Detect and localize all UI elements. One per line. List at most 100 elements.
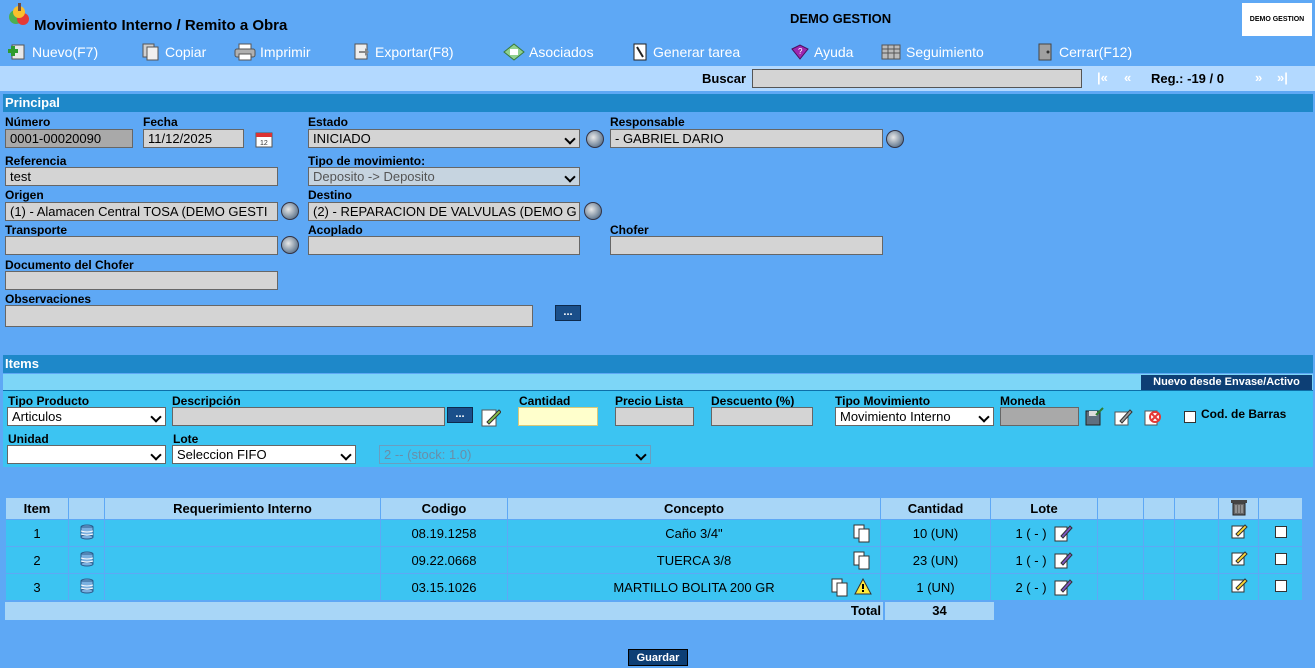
col-cantidad: Cantidad — [881, 498, 990, 519]
lote-select[interactable]: Seleccion FIFO — [172, 445, 356, 464]
ayuda-button[interactable]: ? Ayuda — [790, 42, 853, 62]
edit-lote-icon[interactable] — [1053, 550, 1073, 570]
row-check-cell — [1259, 574, 1302, 600]
descripcion-more-button[interactable]: ... — [447, 407, 473, 423]
row-empty-1 — [1098, 547, 1143, 573]
origen-field[interactable]: (1) - Alamacen Central TOSA (DEMO GESTI — [5, 202, 278, 221]
row-lote: 2 ( - ) — [1015, 579, 1047, 595]
stock-select[interactable]: 2 -- (stock: 1.0) — [379, 445, 651, 464]
edit-lote-icon[interactable] — [1053, 577, 1073, 597]
row-empty-2 — [1144, 520, 1174, 546]
copy-doc-icon[interactable] — [830, 577, 850, 597]
precio-lista-field[interactable] — [615, 407, 694, 426]
cod-barras-checkbox[interactable] — [1184, 411, 1196, 423]
acoplado-field[interactable] — [308, 236, 580, 255]
nuevo-button[interactable]: Nuevo(F7) — [8, 42, 98, 62]
row-empty-3 — [1175, 520, 1218, 546]
col-empty-1 — [1098, 498, 1143, 519]
asociados-button[interactable]: Asociados — [503, 42, 594, 62]
unidad-select[interactable] — [7, 445, 166, 464]
imprimir-button[interactable]: Imprimir — [234, 42, 311, 62]
save-item-icon[interactable] — [1084, 407, 1104, 427]
transporte-field[interactable] — [5, 236, 278, 255]
edit-row-icon[interactable] — [1230, 577, 1248, 595]
col-trash — [1219, 498, 1258, 519]
edit-row-icon[interactable] — [1230, 523, 1248, 541]
destino-globe-icon[interactable] — [584, 202, 602, 220]
tipo-movimiento-select[interactable]: Deposito -> Deposito — [308, 167, 580, 186]
fecha-label: Fecha — [143, 115, 178, 129]
generar-tarea-button[interactable]: Generar tarea — [631, 42, 740, 62]
documento-chofer-field[interactable] — [5, 271, 278, 290]
origen-globe-icon[interactable] — [281, 202, 299, 220]
window-title: Movimiento Interno / Remito a Obra — [34, 17, 288, 34]
observaciones-more-button[interactable]: ... — [555, 305, 581, 321]
edit-row-icon[interactable] — [1230, 550, 1248, 568]
nuevo-envase-button[interactable]: Nuevo desde Envase/Activo — [1141, 375, 1312, 391]
observaciones-field[interactable] — [5, 305, 533, 327]
col-empty-2 — [1144, 498, 1174, 519]
transporte-globe-icon[interactable] — [281, 236, 299, 254]
table-header-row: Item Requerimiento Interno Codigo Concep… — [6, 498, 1302, 519]
nav-first-button[interactable]: |« — [1097, 70, 1108, 85]
delete-item-icon[interactable] — [1142, 407, 1162, 427]
cerrar-button[interactable]: Cerrar(F12) — [1035, 42, 1132, 62]
cantidad-label: Cantidad — [519, 394, 571, 408]
tracking-icon — [881, 44, 901, 60]
row-concepto: MARTILLO BOLITA 200 GR — [613, 579, 775, 595]
estado-select[interactable]: INICIADO — [308, 129, 580, 148]
guardar-button[interactable]: Guardar — [628, 649, 688, 666]
numero-field[interactable]: 0001-00020090 — [5, 129, 133, 148]
col-empty-3 — [1175, 498, 1218, 519]
copy-doc-icon[interactable] — [852, 550, 872, 570]
database-icon[interactable] — [79, 578, 95, 594]
fecha-field[interactable]: 11/12/2025 — [143, 129, 244, 148]
row-lote-cell: 1 ( - ) — [991, 547, 1097, 573]
row-empty-3 — [1175, 547, 1218, 573]
nav-next-button[interactable]: » — [1255, 70, 1262, 85]
responsable-field[interactable]: - GABRIEL DARIO — [610, 129, 883, 148]
copiar-button[interactable]: Copiar — [141, 42, 206, 62]
trash-icon[interactable] — [1230, 498, 1248, 516]
edit-item-icon[interactable] — [1113, 407, 1133, 427]
chofer-field[interactable] — [610, 236, 883, 255]
estado-globe-icon[interactable] — [586, 130, 604, 148]
principal-section-title: Principal — [3, 94, 1313, 112]
row-concepto-cell: Caño 3/4" — [508, 520, 880, 546]
search-input[interactable] — [752, 69, 1082, 88]
tipo-mov-item-select[interactable]: Movimiento Interno — [835, 407, 994, 426]
moneda-field[interactable] — [1000, 407, 1079, 426]
calendar-icon[interactable]: 12 — [254, 129, 274, 149]
warning-icon[interactable] — [854, 578, 872, 596]
company-logo: DEMO GESTION — [1242, 3, 1312, 36]
row-empty-2 — [1144, 574, 1174, 600]
referencia-field[interactable]: test — [5, 167, 278, 186]
row-checkbox[interactable] — [1274, 525, 1287, 538]
row-requerimiento — [105, 574, 380, 600]
total-label: Total — [5, 602, 883, 620]
nav-last-button[interactable]: »| — [1277, 70, 1288, 85]
nav-prev-button[interactable]: « — [1124, 70, 1131, 85]
cantidad-field[interactable] — [518, 407, 598, 426]
destino-field[interactable]: (2) - REPARACION DE VALVULAS (DEMO G — [308, 202, 580, 221]
row-lote: 1 ( - ) — [1015, 552, 1047, 568]
seguimiento-button[interactable]: Seguimiento — [880, 42, 984, 62]
database-icon[interactable] — [79, 551, 95, 567]
close-door-icon — [1038, 43, 1052, 61]
col-icon — [69, 498, 104, 519]
col-concepto: Concepto — [508, 498, 880, 519]
database-icon[interactable] — [79, 524, 95, 540]
edit-lote-icon[interactable] — [1053, 523, 1073, 543]
descuento-field[interactable] — [711, 407, 813, 426]
row-lote-cell: 2 ( - ) — [991, 574, 1097, 600]
chofer-label: Chofer — [610, 223, 649, 237]
row-check-cell — [1259, 520, 1302, 546]
edit-note-icon[interactable] — [479, 406, 501, 428]
row-checkbox[interactable] — [1274, 552, 1287, 565]
responsable-globe-icon[interactable] — [886, 130, 904, 148]
tipo-producto-select[interactable]: Articulos — [7, 407, 166, 426]
descripcion-field[interactable] — [172, 407, 445, 426]
exportar-button[interactable]: Exportar(F8) — [351, 42, 454, 62]
copy-doc-icon[interactable] — [852, 523, 872, 543]
row-checkbox[interactable] — [1274, 579, 1287, 592]
